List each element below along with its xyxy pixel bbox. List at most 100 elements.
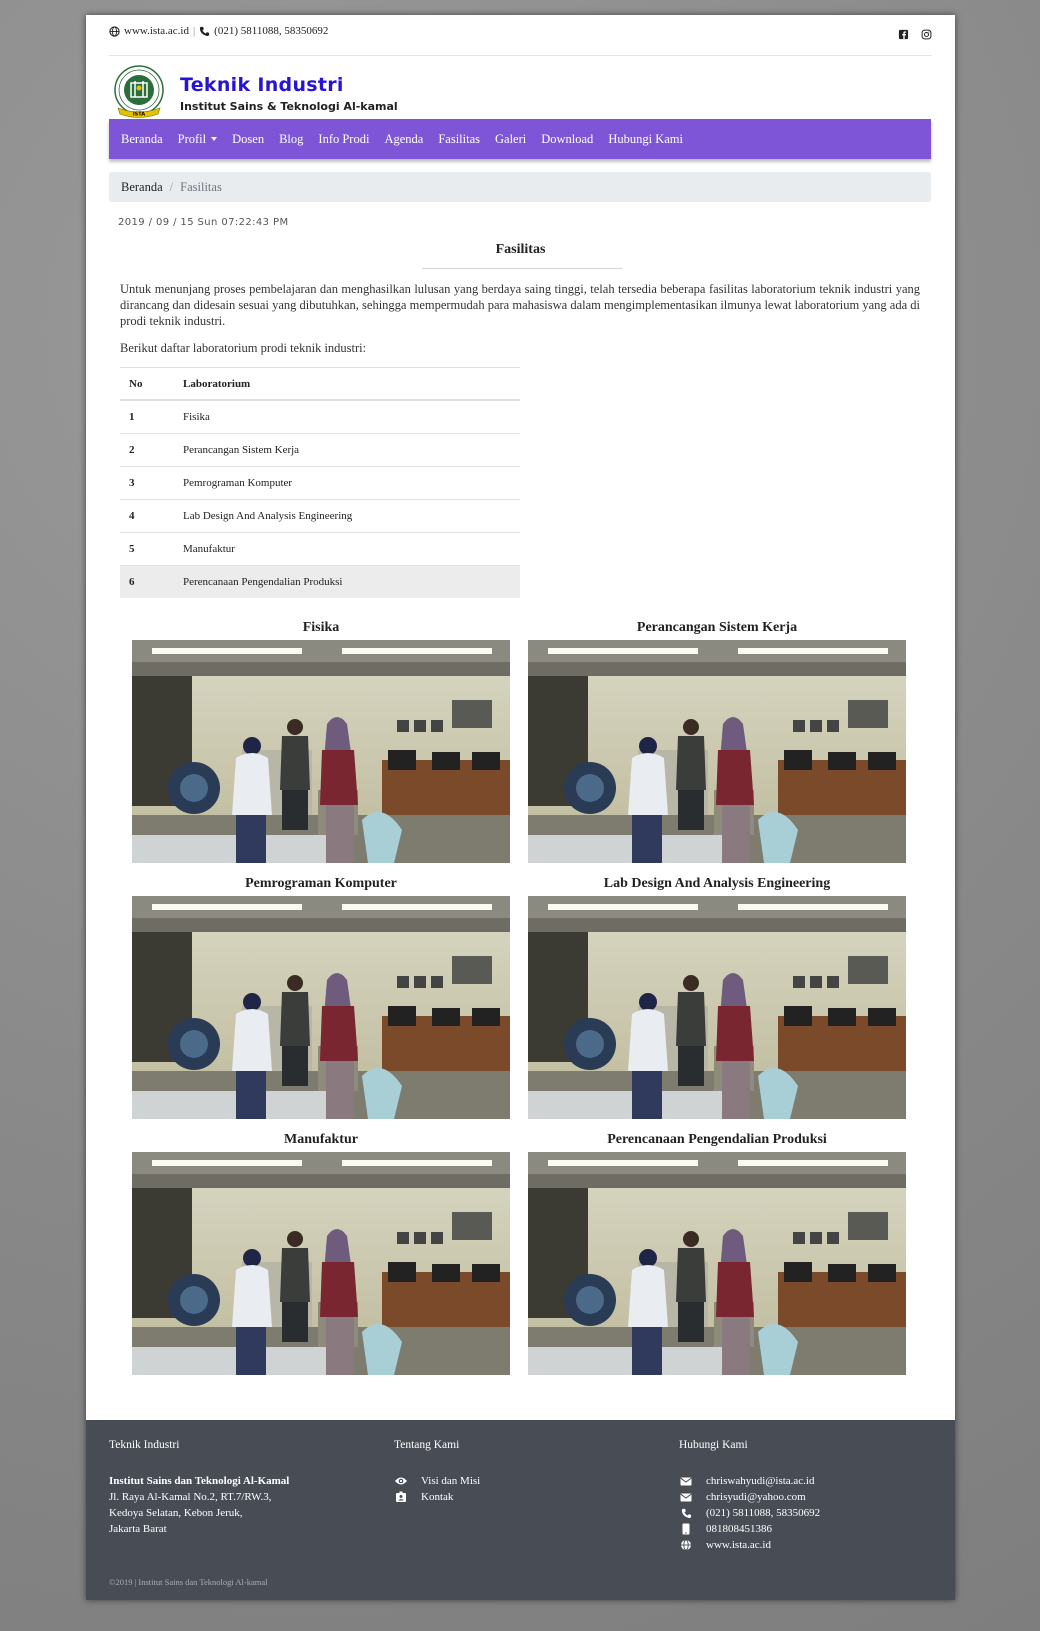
row-no: 5 — [120, 532, 174, 566]
globe-icon — [109, 25, 120, 37]
address-line: Kedoya Selatan, Kebon Jeruk, — [109, 1507, 243, 1519]
contact-card-icon — [396, 1491, 406, 1502]
table-header-row: No Laboratorium — [120, 367, 520, 401]
footer-contact-phone[interactable]: (021) 5811088, 58350692 — [679, 1505, 820, 1521]
address-line: Institut Sains dan Teknologi Al-Kamal — [109, 1475, 290, 1487]
footer-column-contact: Hubungi Kami chriswahyudi@ista.ac.id chr… — [679, 1439, 820, 1553]
intro-paragraph: Untuk menunjang proses pembelajaran dan … — [120, 282, 920, 328]
address-line: Jl. Raya Al-Kamal No.2, RT.7/RW.3, — [109, 1491, 272, 1503]
footer-link-label: Kontak — [421, 1491, 454, 1503]
row-no: 1 — [120, 399, 174, 434]
gallery-caption: Perencanaan Pengendalian Produksi — [607, 1132, 827, 1147]
row-no: 4 — [120, 499, 174, 533]
row-no: 2 — [120, 433, 174, 467]
table-row: 2 Perancangan Sistem Kerja — [120, 433, 520, 467]
table-row: 3 Pemrograman Komputer — [120, 466, 520, 500]
site-title[interactable]: Teknik Industri — [180, 74, 398, 96]
nav-blog[interactable]: Blog — [279, 132, 303, 147]
gallery-caption: Pemrograman Komputer — [245, 876, 397, 891]
facebook-icon[interactable] — [898, 29, 909, 40]
lab-photo[interactable] — [528, 896, 906, 1119]
gallery-item: Lab Design And Analysis Engineering — [528, 874, 906, 1119]
topbar-website[interactable]: www.ista.ac.id — [124, 25, 189, 37]
nav-download[interactable]: Download — [541, 132, 593, 147]
address-line: Jakarta Barat — [109, 1523, 167, 1535]
nav-beranda[interactable]: Beranda — [121, 132, 163, 147]
site-subtitle: Institut Sains & Teknologi Al-kamal — [180, 99, 398, 113]
contact-label: chriswahyudi@ista.ac.id — [706, 1475, 815, 1487]
footer-heading: Hubungi Kami — [679, 1439, 748, 1451]
row-lab-name: Perencanaan Pengendalian Produksi — [174, 565, 520, 598]
top-bar: www.ista.ac.id | (021) 5811088, 58350692 — [109, 23, 932, 56]
lab-photo[interactable] — [528, 640, 906, 863]
globe-icon — [681, 1539, 691, 1551]
phone-icon — [681, 1508, 691, 1518]
gallery-item: Perencanaan Pengendalian Produksi — [528, 1130, 906, 1375]
footer-address: Institut Sains dan Teknologi Al-Kamal Jl… — [109, 1473, 289, 1537]
row-no: 6 — [120, 565, 174, 598]
lab-list-intro: Berikut daftar laboratorium prodi teknik… — [120, 341, 367, 355]
footer-contact-mobile[interactable]: 081808451386 — [679, 1521, 820, 1537]
nav-dosen[interactable]: Dosen — [232, 132, 264, 147]
footer-link-visi-misi[interactable]: Visi dan Misi — [394, 1473, 480, 1489]
nav-profil-label: Profil — [177, 131, 207, 146]
footer-column-tentang: Tentang Kami Visi dan Misi Kontak — [394, 1439, 480, 1505]
gallery-item: Pemrograman Komputer — [132, 874, 510, 1119]
instagram-icon[interactable] — [921, 29, 932, 40]
nav-profil-dropdown[interactable]: Profil — [177, 131, 218, 147]
row-lab-name: Pemrograman Komputer — [174, 466, 520, 500]
breadcrumb-home[interactable]: Beranda — [121, 180, 163, 195]
page-title: Fasilitas — [495, 242, 546, 257]
table-row-hovered: 6 Perencanaan Pengendalian Produksi — [120, 565, 520, 598]
contact-label: chrisyudi@yahoo.com — [706, 1491, 806, 1503]
footer-link-kontak[interactable]: Kontak — [394, 1489, 480, 1505]
eye-icon — [395, 1477, 407, 1485]
footer-contact-email-2[interactable]: chrisyudi@yahoo.com — [679, 1489, 820, 1505]
nav-fasilitas[interactable]: Fasilitas — [438, 132, 480, 147]
gallery-caption: Lab Design And Analysis Engineering — [603, 876, 831, 891]
footer-heading: Teknik Industri — [109, 1439, 180, 1451]
column-header-no: No — [120, 367, 174, 401]
column-header-laboratorium: Laboratorium — [174, 367, 520, 401]
footer-contact-website[interactable]: www.ista.ac.id — [679, 1537, 820, 1553]
table-row: 5 Manufaktur — [120, 532, 520, 566]
contact-label: www.ista.ac.id — [706, 1539, 771, 1551]
phone-icon — [200, 26, 210, 36]
footer-column-about: Teknik Industri Institut Sains dan Tekno… — [109, 1439, 289, 1537]
lab-photo[interactable] — [132, 1152, 510, 1375]
lab-photo[interactable] — [528, 1152, 906, 1375]
row-lab-name: Fisika — [174, 399, 520, 434]
page-container: www.ista.ac.id | (021) 5811088, 58350692… — [86, 15, 955, 1600]
row-no: 3 — [120, 466, 174, 500]
caret-down-icon — [211, 136, 218, 141]
nav-galeri[interactable]: Galeri — [495, 132, 526, 147]
topbar-separator: | — [192, 25, 196, 37]
lab-photo[interactable] — [132, 640, 510, 863]
topbar-phone: (021) 5811088, 58350692 — [214, 25, 329, 37]
svg-text:ISTA: ISTA — [133, 112, 145, 118]
breadcrumb-separator: / — [169, 179, 174, 194]
contact-label: 081808451386 — [706, 1523, 772, 1535]
current-datetime: 2019 / 09 / 15 Sun 07:22:43 PM — [118, 217, 289, 228]
nav-info-prodi[interactable]: Info Prodi — [318, 132, 369, 147]
lab-table: No Laboratorium 1 Fisika 2 Perancangan Sis… — [120, 367, 520, 598]
gallery-caption: Fisika — [302, 620, 340, 635]
footer-heading: Tentang Kami — [394, 1439, 460, 1451]
main-navbar: Beranda Profil Dosen Blog Info Prodi Age… — [109, 119, 931, 159]
nav-hubungi-kami[interactable]: Hubungi Kami — [608, 132, 683, 147]
institution-logo[interactable]: ISTA — [112, 64, 166, 122]
footer-copyright: ©2019 | Institut Sains dan Teknologi Al-… — [109, 1577, 268, 1587]
row-lab-name: Lab Design And Analysis Engineering — [174, 499, 520, 533]
footer-contact-email-1[interactable]: chriswahyudi@ista.ac.id — [679, 1473, 820, 1489]
lab-photo[interactable] — [132, 896, 510, 1119]
breadcrumb-current: Fasilitas — [180, 179, 222, 194]
gallery-caption: Perancangan Sistem Kerja — [636, 620, 798, 635]
table-row: 1 Fisika — [120, 399, 520, 434]
gallery-item: Manufaktur — [132, 1130, 510, 1375]
gallery-caption: Manufaktur — [284, 1132, 358, 1147]
envelope-icon — [680, 1477, 692, 1485]
brand-header: ISTA Teknik Industri Institut Sains & Te… — [112, 59, 398, 127]
table-row: 4 Lab Design And Analysis Engineering — [120, 499, 520, 533]
contact-label: (021) 5811088, 58350692 — [706, 1507, 821, 1519]
nav-agenda[interactable]: Agenda — [384, 132, 423, 147]
